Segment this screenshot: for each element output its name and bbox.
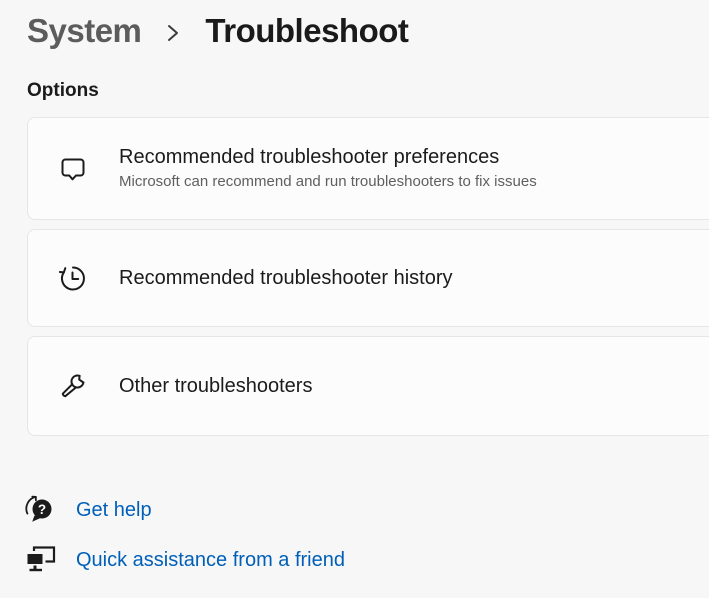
quick-assist-icon xyxy=(23,545,57,575)
section-heading-options: Options xyxy=(27,80,709,102)
get-help-icon: ? xyxy=(23,494,57,526)
card-text: Recommended troubleshooter history xyxy=(119,265,453,292)
card-title: Other troubleshooters xyxy=(119,373,312,400)
card-text: Recommended troubleshooter preferences M… xyxy=(119,144,537,193)
chevron-right-icon xyxy=(165,22,181,44)
card-recommended-troubleshooter-history[interactable]: Recommended troubleshooter history xyxy=(27,229,709,327)
card-title: Recommended troubleshooter preferences xyxy=(119,144,537,171)
page-title: Troubleshoot xyxy=(205,12,408,50)
card-text: Other troubleshooters xyxy=(119,373,312,400)
breadcrumb: System Troubleshoot xyxy=(0,0,709,52)
breadcrumb-system[interactable]: System xyxy=(27,12,141,50)
settings-troubleshoot-page: System Troubleshoot Options Recommended … xyxy=(0,0,709,598)
svg-text:?: ? xyxy=(38,502,46,517)
card-subtitle: Microsoft can recommend and run troubles… xyxy=(119,171,537,193)
quick-assist-label: Quick assistance from a friend xyxy=(76,549,345,572)
get-help-link[interactable]: ? Get help xyxy=(0,492,345,528)
chat-bubble-icon xyxy=(58,155,88,183)
history-icon xyxy=(58,263,88,293)
get-help-label: Get help xyxy=(76,499,152,522)
quick-assist-link[interactable]: Quick assistance from a friend xyxy=(0,542,345,578)
card-recommended-troubleshooter-preferences[interactable]: Recommended troubleshooter preferences M… xyxy=(27,117,709,220)
card-other-troubleshooters[interactable]: Other troubleshooters xyxy=(27,336,709,436)
card-title: Recommended troubleshooter history xyxy=(119,265,453,292)
options-card-list: Recommended troubleshooter preferences M… xyxy=(27,117,709,436)
wrench-icon xyxy=(58,372,88,400)
footer-links: ? Get help Quick assistance from a frien… xyxy=(0,492,345,592)
